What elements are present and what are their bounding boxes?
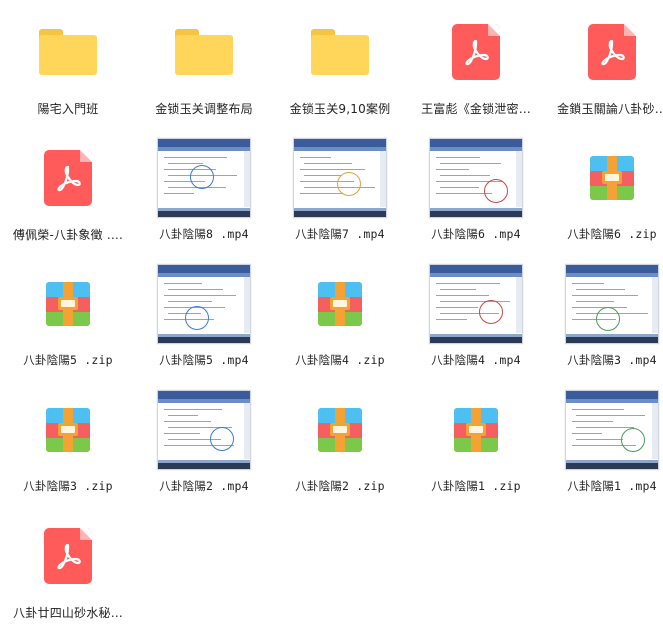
zip-icon — [46, 282, 90, 326]
file-label: 八卦陰陽3 .mp4 — [567, 353, 657, 367]
file-item[interactable]: 傅佩榮-八卦象徵 .… — [0, 136, 136, 262]
zip-icon — [318, 282, 362, 326]
zip-icon — [454, 408, 498, 452]
pdf-icon — [44, 528, 92, 584]
file-item[interactable]: 八卦陰陽1 .zip — [408, 388, 544, 514]
file-item[interactable]: 八卦廿四山砂水秘… — [0, 514, 136, 640]
file-icon-wrap — [408, 136, 544, 220]
file-label: 金锁玉关9,10案例 — [289, 102, 391, 116]
file-item[interactable]: 金锁玉关9,10案例 — [272, 10, 408, 136]
file-item[interactable]: 八卦陰陽5 .mp4 — [136, 262, 272, 388]
video-thumbnail — [429, 138, 523, 218]
video-thumbnail — [429, 264, 523, 344]
file-item[interactable]: 八卦陰陽2 .mp4 — [136, 388, 272, 514]
file-item[interactable]: 八卦陰陽3 .zip — [0, 388, 136, 514]
file-icon-wrap — [0, 262, 136, 346]
file-label: 八卦廿四山砂水秘… — [13, 606, 123, 620]
file-label: 金锁玉关调整布局 — [155, 102, 253, 116]
file-icon-wrap — [544, 388, 663, 472]
pdf-icon — [588, 24, 636, 80]
zip-icon — [318, 408, 362, 452]
file-icon-wrap — [0, 136, 136, 220]
file-icon-wrap — [0, 514, 136, 598]
file-icon-wrap — [136, 136, 272, 220]
file-label: 八卦陰陽4 .mp4 — [431, 353, 521, 367]
file-item[interactable]: 金鎖玉關論八卦砂… — [544, 10, 663, 136]
file-icon-wrap — [544, 262, 663, 346]
file-icon-wrap — [408, 10, 544, 94]
file-label: 八卦陰陽4 .zip — [295, 353, 385, 367]
folder-icon — [311, 29, 369, 75]
folder-icon — [175, 29, 233, 75]
file-grid: 陽宅入門班 金锁玉关调整布局 金锁玉关9,10案例 王富彪《金锁泄密… 金鎖玉關論八卦砂… — [0, 0, 663, 622]
file-icon-wrap — [0, 388, 136, 472]
file-label: 八卦陰陽1 .mp4 — [567, 479, 657, 493]
folder-icon — [39, 29, 97, 75]
file-icon-wrap — [136, 10, 272, 94]
file-icon-wrap — [0, 10, 136, 94]
pdf-icon — [452, 24, 500, 80]
file-item[interactable]: 八卦陰陽5 .zip — [0, 262, 136, 388]
file-label: 八卦陰陽2 .mp4 — [159, 479, 249, 493]
file-item[interactable]: 八卦陰陽2 .zip — [272, 388, 408, 514]
file-icon-wrap — [136, 262, 272, 346]
video-thumbnail — [157, 138, 251, 218]
file-item[interactable]: 陽宅入門班 — [0, 10, 136, 136]
file-label: 八卦陰陽6 .mp4 — [431, 227, 521, 241]
video-thumbnail — [157, 264, 251, 344]
file-item[interactable]: 八卦陰陽6 .zip — [544, 136, 663, 262]
file-label: 八卦陰陽6 .zip — [567, 227, 657, 241]
file-icon-wrap — [136, 388, 272, 472]
zip-icon — [46, 408, 90, 452]
file-label: 八卦陰陽5 .mp4 — [159, 353, 249, 367]
file-label: 八卦陰陽2 .zip — [295, 479, 385, 493]
file-icon-wrap — [272, 10, 408, 94]
file-item[interactable]: 八卦陰陽8 .mp4 — [136, 136, 272, 262]
file-label: 王富彪《金锁泄密… — [421, 102, 531, 116]
file-icon-wrap — [272, 262, 408, 346]
file-label: 八卦陰陽3 .zip — [23, 479, 113, 493]
pdf-icon — [44, 150, 92, 206]
file-item[interactable]: 八卦陰陽4 .zip — [272, 262, 408, 388]
file-label: 八卦陰陽8 .mp4 — [159, 227, 249, 241]
file-item[interactable]: 金锁玉关调整布局 — [136, 10, 272, 136]
file-icon-wrap — [408, 388, 544, 472]
file-label: 八卦陰陽5 .zip — [23, 353, 113, 367]
zip-icon — [590, 156, 634, 200]
file-icon-wrap — [544, 10, 663, 94]
file-icon-wrap — [272, 136, 408, 220]
file-label: 八卦陰陽7 .mp4 — [295, 227, 385, 241]
file-label: 傅佩榮-八卦象徵 .… — [12, 228, 124, 242]
video-thumbnail — [565, 390, 659, 470]
file-label: 八卦陰陽1 .zip — [431, 479, 521, 493]
file-icon-wrap — [272, 388, 408, 472]
file-icon-wrap — [408, 262, 544, 346]
video-thumbnail — [293, 138, 387, 218]
file-item[interactable]: 王富彪《金锁泄密… — [408, 10, 544, 136]
file-label: 陽宅入門班 — [37, 102, 99, 116]
file-item[interactable]: 八卦陰陽6 .mp4 — [408, 136, 544, 262]
video-thumbnail — [565, 264, 659, 344]
file-item[interactable]: 八卦陰陽3 .mp4 — [544, 262, 663, 388]
file-icon-wrap — [544, 136, 663, 220]
video-thumbnail — [157, 390, 251, 470]
file-item[interactable]: 八卦陰陽1 .mp4 — [544, 388, 663, 514]
file-label: 金鎖玉關論八卦砂… — [557, 102, 663, 116]
file-item[interactable]: 八卦陰陽4 .mp4 — [408, 262, 544, 388]
file-item[interactable]: 八卦陰陽7 .mp4 — [272, 136, 408, 262]
